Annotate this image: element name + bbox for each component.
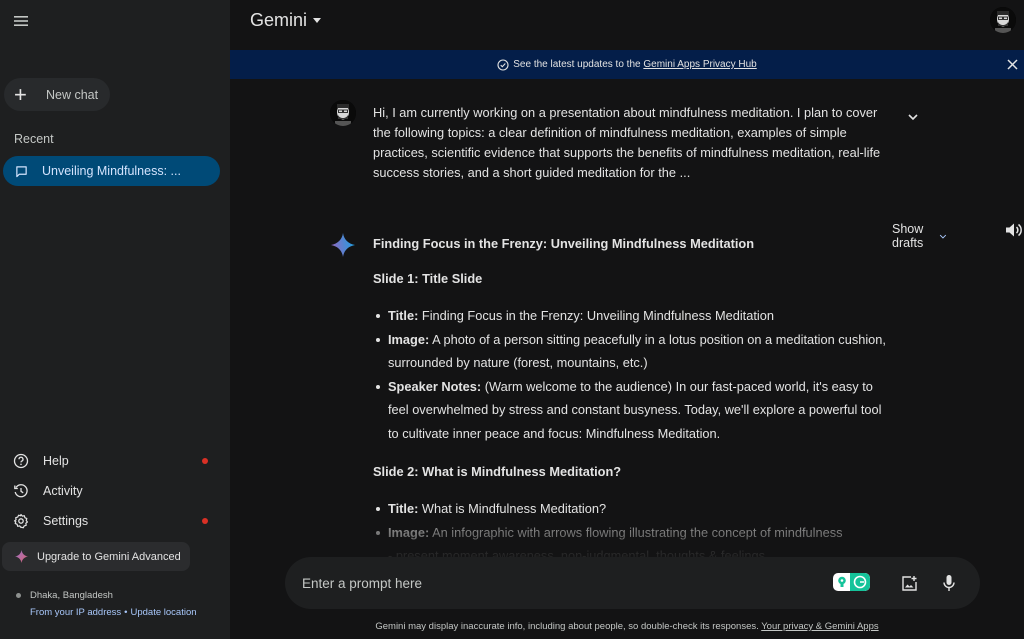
prompt-bar [285, 557, 980, 609]
notification-dot [202, 458, 208, 464]
footer-disclaimer: Gemini may display inaccurate info, incl… [230, 621, 1024, 632]
recent-heading: Recent [14, 132, 54, 146]
close-icon [1006, 58, 1018, 70]
bullet-text: An infographic with arrows flowing illus… [429, 524, 843, 540]
slide-bullet-list: Title: What is Mindfulness Meditation? I… [373, 497, 893, 560]
history-icon [14, 484, 28, 498]
slide-bullet-list: Title: Finding Focus in the Frenzy: Unve… [373, 304, 893, 445]
settings-label: Settings [43, 514, 89, 528]
user-avatar-icon [990, 7, 1016, 33]
sidebar-item-activity[interactable]: Activity [0, 476, 230, 506]
main-panel: Gemini See the latest updates to the Gem… [230, 0, 1024, 639]
privacy-hub-link[interactable]: Gemini Apps Privacy Hub [643, 59, 756, 70]
plus-icon: + [14, 81, 27, 107]
verified-check-icon [497, 58, 509, 71]
show-drafts-label: Show drafts [892, 222, 924, 250]
response-title: Finding Focus in the Frenzy: Unveiling M… [373, 236, 755, 251]
add-image-icon [901, 575, 917, 591]
disclaimer-text: Gemini may display inaccurate info, incl… [375, 621, 762, 632]
update-location-link[interactable]: Update location [131, 607, 197, 618]
bullet-key: Image: [388, 524, 430, 540]
bullet-text: Finding Focus in the Frenzy: Unveiling M… [418, 308, 774, 323]
activity-label: Activity [43, 484, 83, 498]
microphone-button[interactable] [939, 573, 959, 593]
sidebar: + New chat Recent Unveiling Mindfulness:… [0, 0, 230, 639]
bullet-key: Title: [388, 308, 419, 323]
upload-image-button[interactable] [899, 573, 919, 593]
sidebar-item-settings[interactable]: Settings [0, 506, 230, 536]
grammarly-widget[interactable] [833, 573, 870, 591]
caret-down-icon [313, 18, 322, 23]
lightbulb-icon [833, 573, 850, 591]
gear-icon [13, 513, 28, 529]
bullet-key: Speaker Notes: [388, 378, 482, 394]
user-avatar-icon [330, 100, 356, 126]
separator: • [124, 607, 128, 618]
bullet-item: Title: What is Mindfulness Meditation? [373, 497, 893, 521]
notification-dot [202, 518, 208, 524]
recent-chat-label: Unveiling Mindfulness: ... [42, 164, 181, 178]
user-avatar [330, 100, 356, 126]
top-bar: Gemini [230, 0, 1024, 45]
help-circle-icon [13, 453, 29, 469]
new-chat-button[interactable]: + New chat [4, 78, 110, 111]
grammarly-g-icon [850, 573, 870, 591]
expand-message-button[interactable] [906, 110, 920, 124]
ip-address-link[interactable]: From your IP address [30, 607, 121, 618]
bullet-key: Image: [388, 331, 430, 347]
upgrade-button[interactable]: Upgrade to Gemini Advanced [2, 542, 190, 571]
bullet-text: A photo of a person sitting peacefully i… [388, 331, 886, 371]
prompt-input[interactable] [302, 575, 802, 591]
brand-name: Gemini [250, 10, 308, 30]
bullet-text: What is Mindfulness Meditation? [418, 501, 607, 516]
speaker-icon [1006, 223, 1022, 237]
sidebar-item-help[interactable]: Help [0, 446, 230, 476]
bullet-item: Image: An infographic with arrows flowin… [373, 521, 893, 545]
hamburger-menu-icon [14, 16, 28, 26]
slide-heading: Slide 1: Title Slide [373, 271, 483, 286]
gemini-app: + New chat Recent Unveiling Mindfulness:… [0, 0, 1024, 639]
microphone-icon [943, 575, 955, 591]
account-avatar[interactable] [990, 7, 1016, 33]
new-chat-label: New chat [46, 87, 99, 102]
main-menu-button[interactable] [10, 10, 32, 32]
show-drafts-button[interactable]: Show drafts [892, 222, 947, 250]
banner-text: See the latest updates to the [513, 59, 641, 70]
close-banner-button[interactable] [1004, 56, 1020, 72]
bullet-key: Title: [388, 501, 419, 516]
conversation-area: Hi, I am currently working on a presenta… [230, 80, 1024, 560]
privacy-banner: See the latest updates to the Gemini App… [230, 50, 1024, 79]
chevron-down-icon [940, 234, 947, 239]
chevron-down-icon [908, 114, 918, 121]
location-dot-icon [16, 593, 21, 598]
location-place: Dhaka, Bangladesh [30, 590, 113, 601]
recent-chat-item[interactable]: Unveiling Mindfulness: ... [3, 156, 220, 186]
gemini-sparkle-icon [331, 233, 355, 257]
user-message-text: Hi, I am currently working on a presenta… [373, 105, 881, 180]
bullet-item: Title: Finding Focus in the Frenzy: Unve… [373, 304, 893, 328]
bullet-item: Image: A photo of a person sitting peace… [373, 328, 893, 375]
chat-bubble-icon [16, 165, 27, 177]
read-aloud-button[interactable] [1004, 220, 1024, 240]
privacy-link[interactable]: Your privacy & Gemini Apps [761, 621, 878, 632]
bullet-item: Speaker Notes: (Warm welcome to the audi… [373, 375, 893, 446]
model-switcher[interactable]: Gemini [250, 10, 322, 31]
response-body: Finding Focus in the Frenzy: Unveiling M… [373, 236, 893, 560]
upgrade-label: Upgrade to Gemini Advanced [37, 550, 181, 563]
location-info: Dhaka, Bangladesh From your IP address • U… [16, 590, 197, 618]
help-label: Help [43, 454, 69, 468]
slide-heading: Slide 2: What is Mindfulness Meditation? [373, 464, 622, 479]
gemini-sparkle-icon [15, 550, 28, 563]
sidebar-bottom-nav: Help Activity Settings [0, 446, 230, 536]
